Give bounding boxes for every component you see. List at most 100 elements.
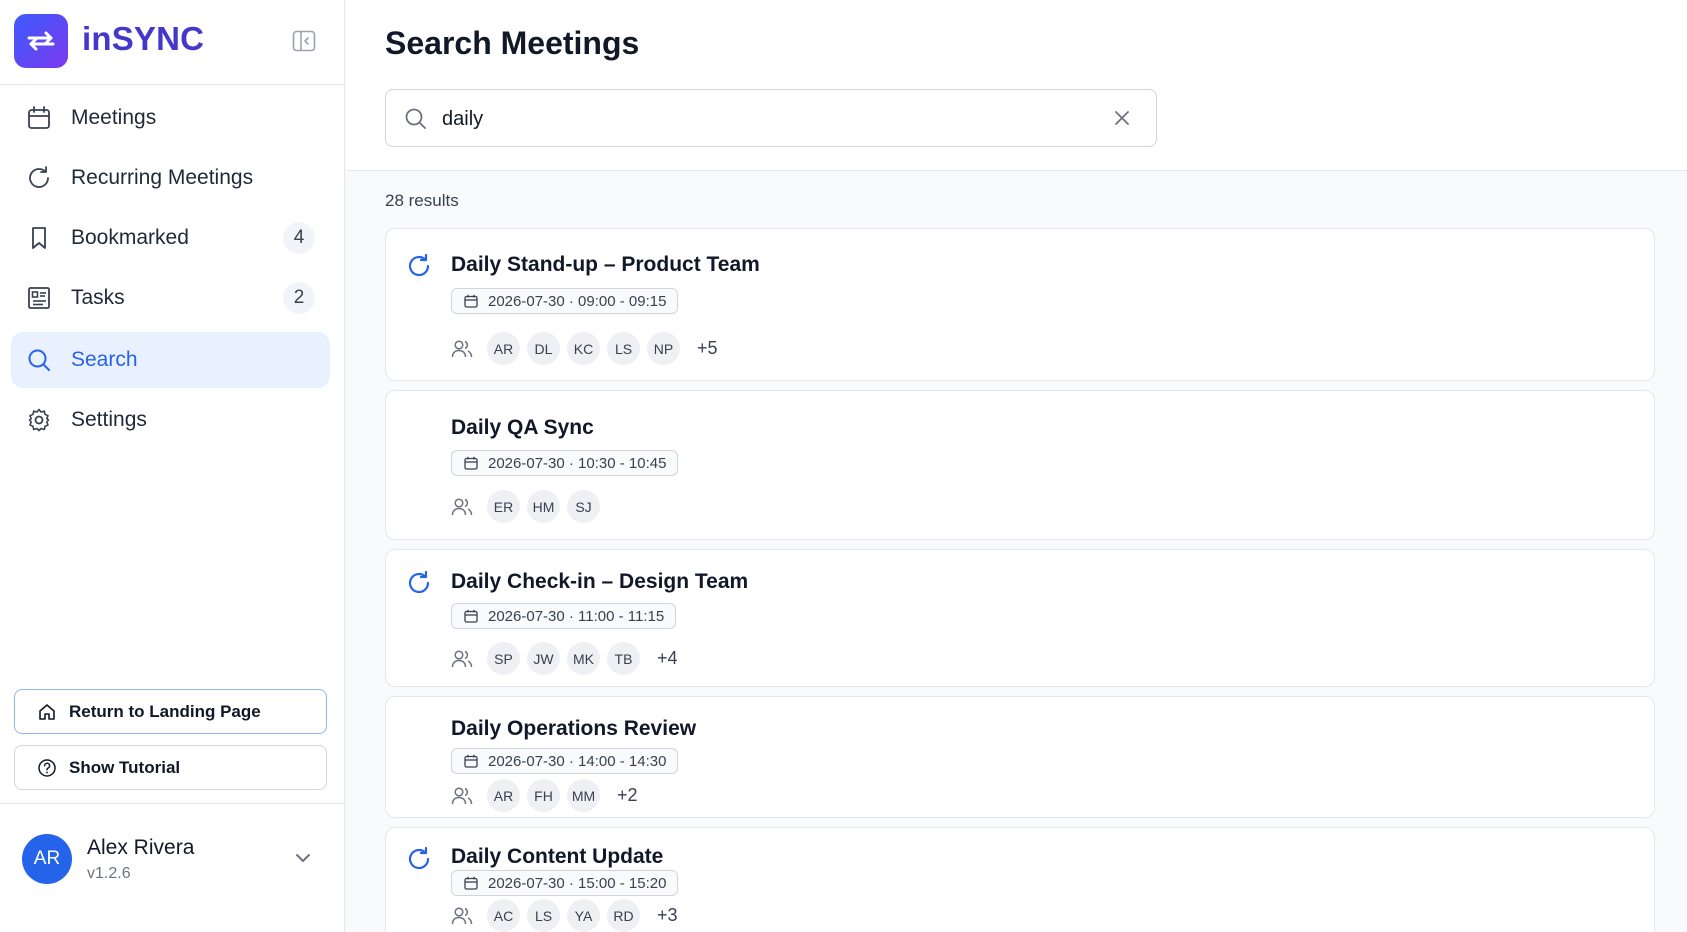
recurring-icon bbox=[406, 570, 432, 601]
refresh-icon bbox=[25, 164, 53, 192]
calendar-icon bbox=[464, 876, 478, 890]
meeting-title: Daily Content Update bbox=[451, 845, 664, 868]
avatar: AR bbox=[22, 834, 72, 884]
tasks-count-badge: 2 bbox=[283, 282, 315, 314]
participants: AC LS YA RD +3 bbox=[451, 899, 678, 932]
calendar-icon bbox=[464, 609, 478, 623]
sidebar: inSYNC Meetings Recurring Meetings Bookm… bbox=[0, 0, 345, 932]
sidebar-item-label: Tasks bbox=[71, 286, 125, 309]
participants: AR DL KC LS NP +5 bbox=[451, 332, 718, 365]
participant-chip: RD bbox=[607, 899, 640, 932]
search-input[interactable] bbox=[442, 102, 1092, 136]
participant-chip: AC bbox=[487, 899, 520, 932]
participant-chip: NP bbox=[647, 332, 680, 365]
more-participants: +3 bbox=[657, 905, 678, 925]
users-icon bbox=[451, 906, 473, 926]
meeting-datetime-text: 2026-07-30 · 15:00 - 15:20 bbox=[488, 874, 667, 892]
meeting-datetime: 2026-07-30 · 09:00 - 09:15 bbox=[451, 288, 679, 314]
meeting-title: Daily QA Sync bbox=[451, 416, 594, 439]
return-to-landing-label: Return to Landing Page bbox=[69, 701, 261, 721]
more-participants: +2 bbox=[617, 785, 638, 805]
user-profile[interactable]: AR Alex Rivera v1.2.6 bbox=[0, 803, 345, 932]
meeting-datetime-text: 2026-07-30 · 10:30 - 10:45 bbox=[488, 454, 667, 472]
participant-chip: SP bbox=[487, 642, 520, 675]
sidebar-item-bookmarked[interactable]: Bookmarked 4 bbox=[11, 210, 330, 266]
show-tutorial-button[interactable]: Show Tutorial bbox=[14, 745, 327, 790]
users-icon bbox=[451, 497, 473, 517]
bookmarked-count-badge: 4 bbox=[283, 222, 315, 254]
meeting-datetime-text: 2026-07-30 · 11:00 - 11:15 bbox=[488, 607, 665, 625]
search-box[interactable] bbox=[385, 89, 1157, 147]
sidebar-item-meetings[interactable]: Meetings bbox=[11, 90, 330, 146]
sidebar-item-search[interactable]: Search bbox=[11, 332, 330, 388]
participants: SP JW MK TB +4 bbox=[451, 642, 678, 675]
sidebar-nav: Meetings Recurring Meetings Bookmarked 4… bbox=[11, 90, 330, 452]
search-icon bbox=[25, 346, 53, 374]
calendar-icon bbox=[464, 294, 478, 308]
users-icon bbox=[451, 339, 473, 359]
meeting-datetime-text: 2026-07-30 · 09:00 - 09:15 bbox=[488, 292, 667, 310]
app-version: v1.2.6 bbox=[87, 865, 131, 882]
participant-chip: JW bbox=[527, 642, 560, 675]
gear-icon bbox=[25, 406, 53, 434]
result-card[interactable]: Daily Content Update 2026-07-30 · 15:00 … bbox=[385, 827, 1655, 932]
sidebar-item-label: Bookmarked bbox=[71, 226, 189, 249]
bookmark-icon bbox=[25, 224, 53, 252]
participants: ER HM SJ bbox=[451, 490, 607, 523]
participant-chip: MK bbox=[567, 642, 600, 675]
recurring-icon bbox=[406, 846, 432, 877]
sidebar-item-settings[interactable]: Settings bbox=[11, 392, 330, 448]
participant-chip: ER bbox=[487, 490, 520, 523]
sidebar-item-label: Settings bbox=[71, 408, 147, 431]
swap-arrows-icon bbox=[27, 31, 55, 51]
app-logo[interactable] bbox=[14, 14, 68, 68]
participant-chip: TB bbox=[607, 642, 640, 675]
result-card[interactable]: Daily Operations Review 2026-07-30 · 14:… bbox=[385, 696, 1655, 818]
calendar-icon bbox=[25, 104, 53, 132]
chevron-down-icon[interactable] bbox=[294, 851, 312, 869]
calendar-icon bbox=[464, 754, 478, 768]
participant-chip: AR bbox=[487, 779, 520, 812]
meeting-datetime-text: 2026-07-30 · 14:00 - 14:30 bbox=[488, 752, 667, 770]
show-tutorial-label: Show Tutorial bbox=[69, 757, 181, 777]
participant-chip: LS bbox=[607, 332, 640, 365]
help-circle-icon bbox=[37, 758, 57, 778]
brand-header: inSYNC bbox=[0, 0, 344, 85]
participant-chip: AR bbox=[487, 332, 520, 365]
participant-chip: KC bbox=[567, 332, 600, 365]
calendar-icon bbox=[464, 456, 478, 470]
result-card[interactable]: Daily QA Sync 2026-07-30 · 10:30 - 10:45… bbox=[385, 390, 1655, 540]
sidebar-item-tasks[interactable]: Tasks 2 bbox=[11, 270, 330, 326]
close-icon[interactable] bbox=[1112, 108, 1132, 133]
recurring-icon bbox=[406, 253, 432, 284]
meeting-datetime: 2026-07-30 · 10:30 - 10:45 bbox=[451, 450, 679, 476]
sidebar-item-label: Meetings bbox=[71, 106, 157, 129]
return-to-landing-button[interactable]: Return to Landing Page bbox=[14, 689, 327, 734]
home-icon bbox=[37, 702, 57, 722]
participants: AR FH MM +2 bbox=[451, 779, 638, 812]
sidebar-item-recurring-meetings[interactable]: Recurring Meetings bbox=[11, 150, 330, 206]
app-name: inSYNC bbox=[82, 20, 205, 57]
user-name: Alex Rivera bbox=[87, 836, 195, 859]
participant-chip: DL bbox=[527, 332, 560, 365]
meeting-datetime: 2026-07-30 · 15:00 - 15:20 bbox=[451, 870, 679, 896]
meeting-datetime: 2026-07-30 · 14:00 - 14:30 bbox=[451, 748, 679, 774]
users-icon bbox=[451, 786, 473, 806]
participant-chip: MM bbox=[567, 779, 600, 812]
sidebar-collapse-icon[interactable] bbox=[292, 30, 316, 57]
result-card[interactable]: Daily Check-in – Design Team 2026-07-30 … bbox=[385, 549, 1655, 687]
search-icon bbox=[404, 107, 428, 136]
tasks-icon bbox=[25, 284, 53, 312]
participant-chip: LS bbox=[527, 899, 560, 932]
participant-chip: FH bbox=[527, 779, 560, 812]
page-title: Search Meetings bbox=[385, 25, 640, 61]
more-participants: +4 bbox=[657, 648, 678, 668]
meeting-title: Daily Check-in – Design Team bbox=[451, 570, 749, 593]
more-participants: +5 bbox=[697, 338, 718, 358]
sidebar-item-label: Recurring Meetings bbox=[71, 166, 254, 189]
participant-chip: SJ bbox=[567, 490, 600, 523]
meeting-datetime: 2026-07-30 · 11:00 - 11:15 bbox=[451, 603, 677, 629]
result-card[interactable]: Daily Stand-up – Product Team 2026-07-30… bbox=[385, 228, 1655, 381]
main-header: Search Meetings bbox=[346, 0, 1687, 171]
participant-chip: HM bbox=[527, 490, 560, 523]
